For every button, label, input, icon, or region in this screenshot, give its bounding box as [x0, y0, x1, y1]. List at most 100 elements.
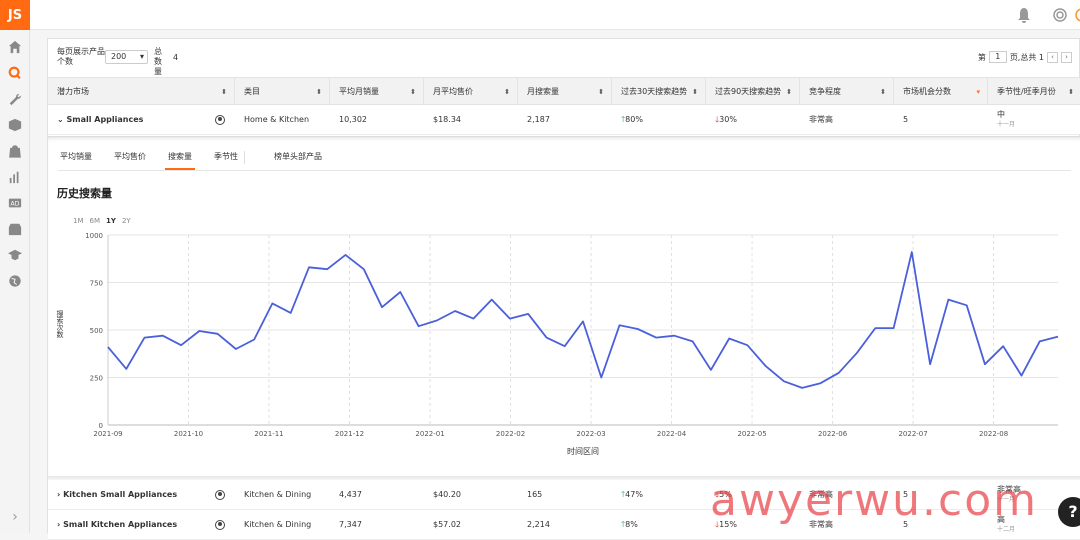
category-cell: Kitchen & Dining	[244, 490, 312, 499]
prev-page-button[interactable]: ‹	[1047, 51, 1058, 63]
search-cell: 2,214	[527, 520, 550, 529]
search-icon[interactable]	[0, 60, 30, 86]
per-page-select[interactable]: 200	[105, 50, 148, 64]
total-value: 4	[173, 53, 179, 62]
col-search-volume[interactable]: 月搜索量 ⬍	[518, 78, 612, 106]
col-trend-90[interactable]: 过去90天搜索趋势 ⬍	[706, 78, 800, 106]
sales-cell: 7,347	[339, 520, 362, 529]
sort-icon[interactable]: ⬍	[598, 78, 604, 106]
y-tick-label: 250	[90, 375, 103, 383]
col-competition[interactable]: 竞争程度 ⬍	[800, 78, 894, 106]
range-1m[interactable]: 1M	[73, 217, 84, 225]
settings-icon[interactable]	[1052, 7, 1068, 23]
sort-icon[interactable]: ⬍	[410, 78, 416, 106]
col-seasonality[interactable]: 季节性/旺季月份 ⬍	[988, 78, 1080, 106]
x-tick-label: 2021-09	[93, 430, 122, 438]
y-axis-label: 搜索次数	[56, 309, 64, 339]
user-icon[interactable]	[215, 115, 225, 125]
tab-avg-sales[interactable]: 平均销量	[60, 148, 92, 170]
page-prefix: 第	[977, 52, 986, 62]
market-name[interactable]: › Small Kitchen Appliances	[48, 510, 235, 540]
table-row[interactable]: ⌄ Small Appliances Home & Kitchen 10,302…	[48, 105, 1080, 135]
sidebar: JS AD ›	[0, 0, 30, 533]
tab-underline	[58, 170, 1071, 171]
sort-desc-icon[interactable]: ▾	[976, 78, 980, 106]
competition-cell: 非常高	[809, 115, 833, 124]
x-tick-label: 2021-10	[174, 430, 203, 438]
detail-tabs: 平均销量 平均售价 搜索量 季节性 榜单头部产品	[60, 148, 344, 170]
y-tick-label: 500	[90, 327, 103, 335]
search-volume-line	[107, 251, 1059, 389]
globe-icon[interactable]	[0, 268, 30, 294]
tab-search-volume[interactable]: 搜索量	[165, 148, 195, 170]
x-tick-label: 2022-05	[737, 430, 766, 438]
box-icon[interactable]	[0, 112, 30, 138]
col-opportunity-score[interactable]: 市场机会分数 ▾	[894, 78, 988, 106]
category-cell: Kitchen & Dining	[244, 520, 312, 529]
market-name[interactable]: ⌄ Small Appliances	[48, 105, 235, 135]
tab-divider	[244, 151, 245, 164]
range-selector: 1M 6M 1Y 2Y	[73, 217, 131, 225]
page-suffix: 页,总共 1	[1009, 52, 1044, 62]
search-volume-chart: 0 250 500 750 1000 2021-09 2021-10 2021-11 2021-…	[56, 232, 1059, 456]
wrench-icon[interactable]	[0, 86, 30, 112]
col-market[interactable]: 潜力市场 ⬍	[48, 78, 235, 106]
table-controls: 每页展示产品个数 200 总数量 4 第 1 页,总共 1 ‹ ›	[48, 39, 1080, 77]
col-avg-price[interactable]: 月平均售价 ⬍	[424, 78, 518, 106]
price-cell: $40.20	[433, 490, 461, 499]
trend30-cell: 🡑47%	[621, 490, 643, 499]
total-label: 总数量	[154, 47, 162, 76]
col-category[interactable]: 类目 ⬍	[235, 78, 330, 106]
graduation-icon[interactable]	[0, 242, 30, 268]
sort-icon[interactable]: ⬍	[692, 78, 698, 106]
tab-avg-price[interactable]: 平均售价	[114, 148, 146, 170]
market-name[interactable]: › Kitchen Small Appliances	[48, 480, 235, 510]
trend90-cell: 🡓30%	[715, 115, 737, 124]
ad-icon[interactable]: AD	[0, 190, 30, 216]
detail-panel: 平均销量 平均售价 搜索量 季节性 榜单头部产品 历史搜索量 1M 6M 1Y …	[48, 136, 1080, 476]
sales-cell: 10,302	[339, 115, 367, 124]
range-2y[interactable]: 2Y	[122, 217, 131, 225]
sort-icon[interactable]: ⬍	[316, 78, 322, 106]
bell-icon[interactable]	[1016, 7, 1032, 23]
x-axis-label: 时间区间	[567, 446, 599, 456]
sort-icon[interactable]: ⬍	[221, 78, 227, 106]
chevron-right-icon[interactable]: ›	[57, 520, 60, 529]
sort-icon[interactable]: ⬍	[504, 78, 510, 106]
tab-top-products[interactable]: 榜单头部产品	[274, 148, 322, 170]
x-tick-label: 2022-04	[657, 430, 687, 438]
next-page-button[interactable]: ›	[1061, 51, 1072, 63]
help-button[interactable]: ?	[1058, 497, 1080, 527]
x-tick-label: 2022-06	[818, 430, 848, 438]
price-cell: $18.34	[433, 115, 461, 124]
app-logo[interactable]: JS	[0, 0, 30, 30]
bar-chart-icon[interactable]	[0, 164, 30, 190]
watermark: awyerwu.com	[710, 475, 1038, 526]
x-tick-label: 2022-08	[979, 430, 1008, 438]
store-icon[interactable]	[0, 216, 30, 242]
user-icon[interactable]	[215, 520, 225, 530]
x-tick-label: 2022-01	[415, 430, 444, 438]
bag-icon[interactable]	[0, 138, 30, 164]
chevron-down-icon[interactable]: ⌄	[57, 115, 64, 124]
sort-icon[interactable]: ⬍	[786, 78, 792, 106]
sort-icon[interactable]: ⬍	[1068, 78, 1074, 106]
sidebar-collapse-button[interactable]: ›	[0, 509, 30, 525]
search-cell: 165	[527, 490, 543, 499]
range-6m[interactable]: 6M	[90, 217, 101, 225]
chevron-right-icon[interactable]: ›	[57, 490, 60, 499]
chart-title: 历史搜索量	[57, 187, 112, 200]
y-tick-label: 0	[99, 422, 103, 430]
col-avg-sales[interactable]: 平均月销量 ⬍	[330, 78, 424, 106]
tab-seasonality[interactable]: 季节性	[214, 148, 238, 170]
page-input[interactable]: 1	[988, 51, 1007, 63]
trend30-cell: 🡑80%	[621, 115, 643, 124]
sort-icon[interactable]: ⬍	[880, 78, 886, 106]
price-cell: $57.02	[433, 520, 461, 529]
range-1y[interactable]: 1Y	[106, 217, 116, 225]
sun-icon[interactable]	[1074, 7, 1080, 23]
col-trend-30[interactable]: 过去30天搜索趋势 ⬍	[612, 78, 706, 106]
home-icon[interactable]	[0, 34, 30, 60]
per-page-label: 每页展示产品个数	[57, 47, 105, 66]
user-icon[interactable]	[215, 490, 225, 500]
